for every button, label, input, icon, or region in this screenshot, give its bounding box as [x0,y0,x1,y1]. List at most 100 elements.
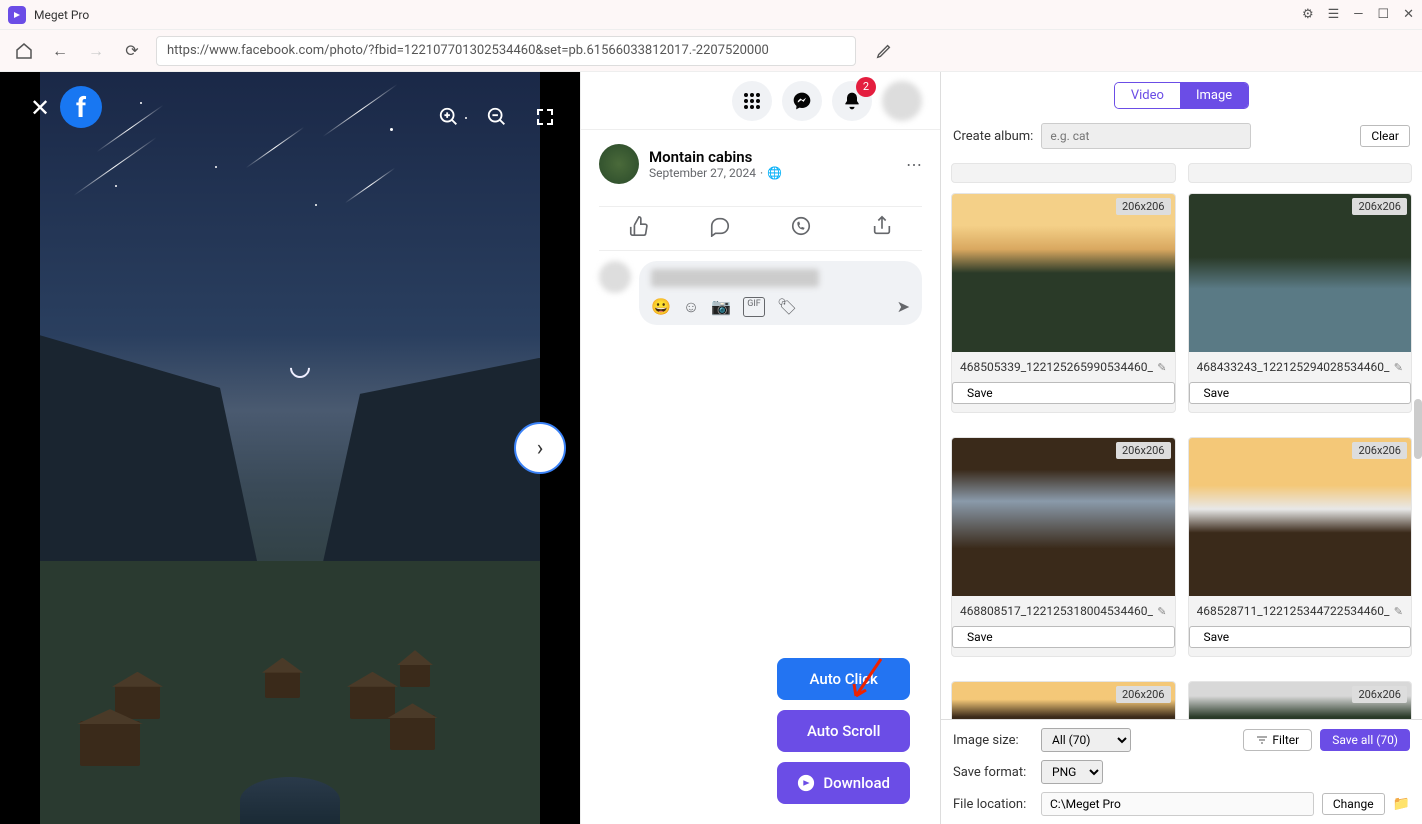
edit-icon[interactable]: ✎ [1394,605,1403,618]
photo-viewer: ✕ f [0,72,580,824]
thumb-image: 206x206 [952,438,1175,596]
reload-icon[interactable]: ⟳ [120,39,144,63]
dimension-badge: 206x206 [1352,442,1407,459]
thumb-image: 206x206 [952,194,1175,352]
file-location-label: File location: [953,797,1033,812]
save-button[interactable]: Save [1189,382,1412,404]
next-photo-button[interactable]: › [514,422,566,474]
close-icon[interactable]: ✕ [1403,7,1414,22]
clear-button[interactable]: Clear [1360,125,1410,147]
app-title: Meget Pro [34,8,1302,22]
save-button[interactable]: Save [952,626,1175,648]
thumbnails-list[interactable]: 206x206 468505339_122125265990534460_ ✎ S… [941,159,1422,719]
app-logo [8,6,26,24]
brush-icon[interactable] [872,39,896,63]
thumb-row-partial [1188,163,1413,183]
thumb-card[interactable]: 206x206 468433243_122125294028534460_ ✎ S… [1188,193,1413,413]
thumb-row-partial [951,163,1176,183]
post-author-name[interactable]: Montain cabins [649,148,782,166]
dimension-badge: 206x206 [1352,686,1407,703]
forward-icon[interactable]: → [84,39,108,63]
notification-badge: 2 [856,77,876,97]
image-size-select[interactable]: All (70) [1041,728,1131,752]
filter-button[interactable]: Filter [1243,729,1312,751]
dimension-badge: 206x206 [1116,198,1171,215]
facebook-logo[interactable]: f [60,86,102,128]
comment-icon[interactable] [709,215,731,242]
like-icon[interactable] [628,215,650,242]
user-avatar[interactable] [882,81,922,121]
save-all-button[interactable]: Save all (70) [1320,729,1410,751]
browser-area: ✕ f [0,72,940,824]
edit-icon[interactable]: ✎ [1157,605,1166,618]
minimize-icon[interactable]: — [1353,7,1363,22]
thumb-card[interactable]: 206x206 [951,681,1176,719]
toolbar: ← → ⟳ https://www.facebook.com/photo/?fb… [0,30,1422,72]
post-author-avatar[interactable] [599,144,639,184]
edit-icon[interactable]: ✎ [1394,361,1403,374]
save-format-select[interactable]: PNG [1041,760,1103,784]
settings-icon[interactable]: ⚙ [1302,7,1314,22]
scrollbar[interactable] [1414,399,1422,459]
menu-icon[interactable]: ☰ [1328,7,1340,22]
titlebar: Meget Pro ⚙ ☰ — ☐ ✕ [0,0,1422,30]
folder-icon[interactable]: 📁 [1393,796,1410,812]
thumb-filename: 468528711_122125344722534460_ [1197,604,1390,618]
close-photo-icon[interactable]: ✕ [30,94,50,122]
avatar-sticker-icon[interactable]: 😀 [651,297,671,317]
dimension-badge: 206x206 [1116,442,1171,459]
home-icon[interactable] [12,39,36,63]
whatsapp-icon[interactable] [790,215,812,242]
edit-icon[interactable]: ✎ [1157,361,1166,374]
post-date: September 27, 2024 [649,166,756,180]
emoji-icon[interactable]: ☺ [683,297,699,317]
comment-user-avatar [599,261,631,293]
thumb-image: 206x206 [1189,682,1412,719]
zoom-out-icon[interactable] [482,102,512,132]
thumb-card[interactable]: 206x206 468808517_122125318004534460_ ✎ S… [951,437,1176,657]
back-icon[interactable]: ← [48,39,72,63]
notifications-icon[interactable]: 2 [832,81,872,121]
image-size-label: Image size: [953,733,1033,748]
change-button[interactable]: Change [1322,793,1385,815]
downloader-panel: Video Image Create album: Clear 206x206 … [940,72,1422,824]
apps-icon[interactable] [732,81,772,121]
fullscreen-icon[interactable] [530,102,560,132]
thumb-card[interactable]: 206x206 468505339_122125265990534460_ ✎ S… [951,193,1176,413]
facebook-sidebar: 2 Montain cabins September 27, 2024 · 🌐 … [580,72,940,824]
thumb-filename: 468433243_122125294028534460_ [1197,360,1390,374]
maximize-icon[interactable]: ☐ [1377,7,1389,22]
comment-input[interactable]: 😀 ☺ 📷 GIF 🏷 ➤ [639,261,922,325]
thumb-image: 206x206 [952,682,1175,719]
main-photo [40,72,540,824]
save-button[interactable]: Save [1189,626,1412,648]
tab-image[interactable]: Image [1180,83,1248,108]
share-icon[interactable] [871,215,893,242]
zoom-in-icon[interactable] [434,102,464,132]
file-location-input[interactable] [1041,792,1314,816]
thumb-filename: 468808517_122125318004534460_ [960,604,1153,618]
thumb-filename: 468505339_122125265990534460_ [960,360,1153,374]
send-icon[interactable]: ➤ [897,297,910,317]
save-button[interactable]: Save [952,382,1175,404]
thumb-card[interactable]: 206x206 468528711_122125344722534460_ ✎ S… [1188,437,1413,657]
thumb-card[interactable]: 206x206 [1188,681,1413,719]
tab-video[interactable]: Video [1115,83,1180,108]
save-format-label: Save format: [953,765,1033,780]
gif-icon[interactable]: GIF [743,297,765,317]
messenger-icon[interactable] [782,81,822,121]
url-bar[interactable]: https://www.facebook.com/photo/?fbid=122… [156,36,856,66]
auto-click-button[interactable]: Auto Click [777,658,910,700]
post-menu-icon[interactable]: ⋯ [906,155,922,174]
dimension-badge: 206x206 [1116,686,1171,703]
album-input[interactable] [1041,123,1251,149]
globe-icon: 🌐 [767,166,782,180]
album-label: Create album: [953,129,1033,144]
sticker-icon[interactable]: 🏷 [777,297,797,317]
auto-scroll-button[interactable]: Auto Scroll [777,710,910,752]
dimension-badge: 206x206 [1352,198,1407,215]
thumb-image: 206x206 [1189,438,1412,596]
thumb-image: 206x206 [1189,194,1412,352]
download-button[interactable]: Download [777,762,910,804]
camera-icon[interactable]: 📷 [711,297,731,317]
